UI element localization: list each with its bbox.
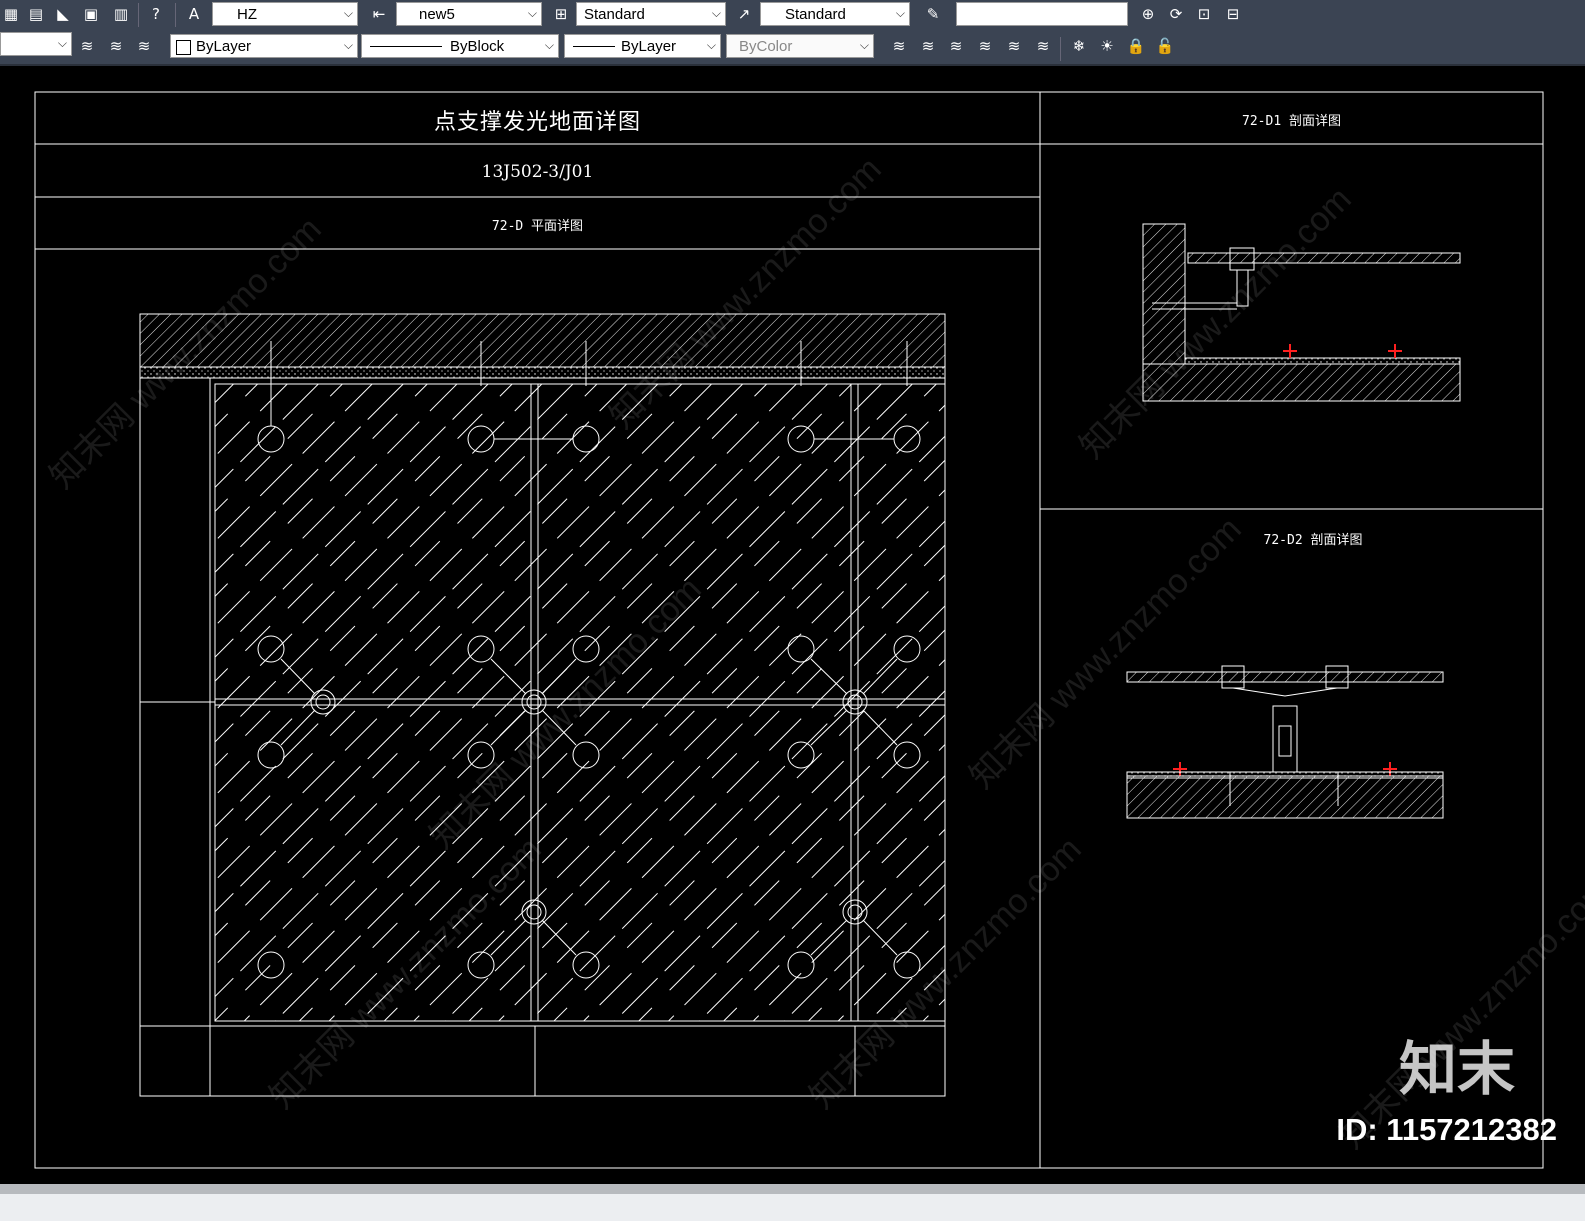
text-style-combo[interactable]: HZ ⌵	[212, 2, 358, 26]
chevron-down-icon: ⌵	[343, 6, 353, 20]
watermark-image-id: ID: 1157212382	[1336, 1112, 1557, 1147]
chevron-down-icon: ⌵	[57, 36, 67, 50]
drawing-main-title: 点支撑发光地面详图	[433, 110, 641, 135]
linetype-value: ByBlock	[450, 38, 505, 55]
layer-match-icon[interactable]: ≋	[133, 35, 155, 57]
toolbar-properties: ⌵ ≋ ≋ ≋ ByLayer ⌵ ByBlock ⌵ ByLayer ⌵ By…	[0, 29, 1585, 66]
linetype-combo[interactable]: ByBlock ⌵	[361, 34, 559, 58]
text-style-icon[interactable]: A	[183, 3, 205, 25]
drawing-canvas[interactable]: 点支撑发光地面详图 13J502-3/J01 72-D 平面详图 72-D1 剖…	[0, 66, 1585, 1184]
chevron-down-icon: ⌵	[711, 6, 721, 20]
section-d1-drawing	[1142, 223, 1461, 402]
lineweight-preview	[573, 46, 615, 47]
color-swatch	[176, 40, 191, 55]
chevron-down-icon: ⌵	[895, 6, 905, 20]
lineweight-value: ByLayer	[621, 38, 677, 55]
view-refresh-icon[interactable]: ⟳	[1165, 3, 1187, 25]
layer-tool-icon[interactable]: ≋	[974, 35, 996, 57]
color-value: ByLayer	[196, 38, 252, 55]
chevron-down-icon: ⌵	[544, 38, 554, 52]
eraser-icon[interactable]: ◣	[52, 3, 74, 25]
layer-tool-icon[interactable]: ≋	[1003, 35, 1025, 57]
table-style-combo[interactable]: Standard ⌵	[576, 2, 726, 26]
section-d1-title: 72-D1 剖面详图	[1242, 114, 1341, 129]
toolbar-styles: ▦ ▤ ◣ ▣ ▥ ? A HZ ⌵ ⇤ new5 ⌵ ⊞ Standard ⌵…	[0, 0, 1585, 29]
plan-detail-title: 72-D 平面详图	[491, 219, 584, 234]
layer-tool-icon[interactable]: ≋	[1032, 35, 1054, 57]
help-icon[interactable]: ?	[145, 3, 167, 25]
section-d2-drawing	[1126, 665, 1444, 819]
layer-lock-icon[interactable]: 🔒	[1125, 35, 1147, 57]
mleader-style-icon[interactable]: ↗	[733, 3, 755, 25]
plotstyle-combo[interactable]: ByColor ⌵	[726, 34, 874, 58]
layer-combo[interactable]: ⌵	[0, 32, 72, 56]
layer-tool-icon[interactable]: ≋	[917, 35, 939, 57]
mleader-style-combo[interactable]: Standard ⌵	[760, 2, 910, 26]
color-combo[interactable]: ByLayer ⌵	[170, 34, 358, 58]
dim-style-combo[interactable]: new5 ⌵	[396, 2, 542, 26]
view-lock-icon[interactable]: ⊟	[1222, 3, 1244, 25]
linetype-preview	[370, 46, 442, 47]
text-style-value: HZ	[237, 6, 257, 23]
table-style-icon[interactable]: ⊞	[550, 3, 572, 25]
layer-tool-icon[interactable]: ≋	[888, 35, 910, 57]
section-d2-title: 72-D2 剖面详图	[1263, 533, 1363, 548]
chevron-down-icon: ⌵	[343, 38, 353, 52]
layer-off-icon[interactable]: ☀	[1096, 35, 1118, 57]
drawing-code: 13J502-3/J01	[481, 162, 594, 182]
chevron-down-icon: ⌵	[859, 38, 869, 52]
layer-current-icon[interactable]: ≋	[76, 35, 98, 57]
lineweight-combo[interactable]: ByLayer ⌵	[564, 34, 721, 58]
layer-previous-icon[interactable]: ≋	[105, 35, 127, 57]
dim-style-icon[interactable]: ⇤	[368, 3, 390, 25]
red-marker-icons	[1173, 344, 1402, 776]
status-bar	[0, 1184, 1585, 1221]
plotstyle-value: ByColor	[739, 38, 793, 55]
chevron-down-icon: ⌵	[706, 38, 716, 52]
layer-tool-icon[interactable]: ≋	[945, 35, 967, 57]
match-props-icon[interactable]: ✎	[922, 3, 944, 25]
layer-freeze-icon[interactable]: ❄	[1068, 35, 1090, 57]
view-add-icon[interactable]: ⊕	[1137, 3, 1159, 25]
grid-icon[interactable]: ▤	[25, 3, 47, 25]
plan-detail-drawing	[139, 313, 946, 1097]
table-style-value: Standard	[584, 6, 645, 23]
mleader-style-value: Standard	[785, 6, 846, 23]
layer-unlock-icon[interactable]: 🔓	[1154, 35, 1176, 57]
empty-combo[interactable]	[956, 2, 1128, 26]
chevron-down-icon: ⌵	[527, 6, 537, 20]
layer-state-icon[interactable]: ▣	[80, 3, 102, 25]
view-zoom-icon[interactable]: ⊡	[1193, 3, 1215, 25]
dim-style-value: new5	[419, 6, 455, 23]
layer-props-icon[interactable]: ▦	[0, 3, 22, 25]
watermark-brand: 知末	[1398, 1035, 1515, 1103]
calculator-icon[interactable]: ▥	[110, 3, 132, 25]
